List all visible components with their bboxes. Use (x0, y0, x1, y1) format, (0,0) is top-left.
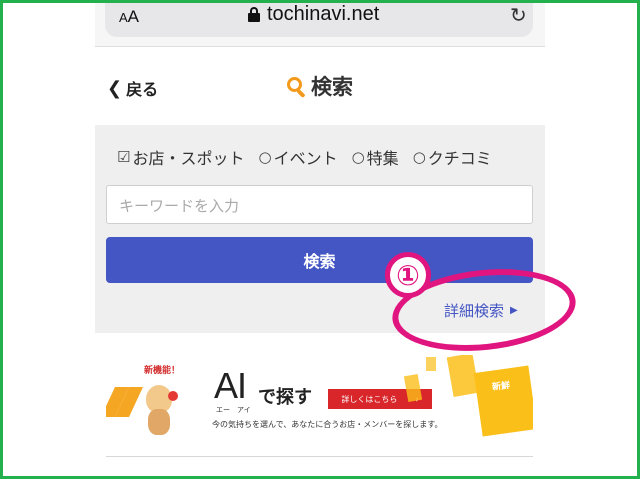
empty-circle-icon: ○ (258, 148, 272, 166)
banner-headline-suffix: で探す (258, 387, 312, 408)
category-option-review[interactable]: ○ クチコミ (413, 145, 492, 169)
category-label: お店・スポット (132, 149, 245, 168)
category-options: ☑ お店・スポット ○ イベント ○ 特集 ○ クチコミ (117, 145, 492, 169)
category-option-event[interactable]: ○ イベント (258, 145, 337, 169)
banner-card-label: 新鮮 (491, 381, 511, 393)
back-label: 戻る (126, 80, 159, 99)
reload-icon[interactable]: ↻ (510, 3, 527, 27)
url-text[interactable]: tochinavi.net (267, 3, 379, 26)
empty-circle-icon: ○ (351, 148, 365, 166)
address-bar[interactable]: AA tochinavi.net ↻ (105, 3, 533, 37)
page-header: ❮ 戻る 検索 (95, 47, 545, 125)
keyword-input[interactable]: キーワードを入力 (106, 185, 533, 224)
page-title: 検索 (285, 71, 353, 101)
browser-toolbar: AA tochinavi.net ↻ (95, 3, 545, 47)
text-size-button[interactable]: AA (119, 7, 139, 27)
page-title-text: 検索 (311, 75, 353, 99)
search-icon (285, 74, 309, 99)
mascot-dog-icon (138, 379, 178, 437)
category-option-feature[interactable]: ○ 特集 (352, 145, 399, 169)
category-option-shop[interactable]: ☑ お店・スポット (117, 145, 244, 169)
banner-button-label: 詳しくはこちら (341, 394, 398, 404)
banner-headline: AI (214, 365, 247, 406)
checked-circle-icon: ☑ (117, 148, 131, 166)
empty-circle-icon: ○ (412, 148, 426, 166)
chevron-left-icon: ❮ (107, 77, 123, 99)
banner-ruby: エー アイ (216, 406, 251, 414)
back-button[interactable]: ❮ 戻る (107, 76, 158, 100)
category-label: イベント (273, 149, 338, 168)
ai-search-banner[interactable]: 新機能！ AI エー アイ で探す 詳しくはこちら › 今の気持ちを選んで、あな… (106, 355, 533, 443)
banner-description: 今の気持ちを選んで、あなたに合うお店・メンバーを探します。 (212, 420, 443, 429)
new-feature-badge: 新機能！ (144, 366, 181, 376)
section-divider (106, 456, 533, 457)
category-label: クチコミ (427, 149, 492, 168)
yellow-cards-illustration (403, 355, 533, 443)
lock-icon (248, 7, 260, 23)
category-label: 特集 (366, 149, 399, 168)
annotation-step-number: ① (385, 252, 431, 298)
phone-screen: AA tochinavi.net ↻ ❮ 戻る 検索 ☑ お店・スポット ○ イ… (95, 3, 545, 476)
stripe-arrows-icon (106, 383, 143, 423)
